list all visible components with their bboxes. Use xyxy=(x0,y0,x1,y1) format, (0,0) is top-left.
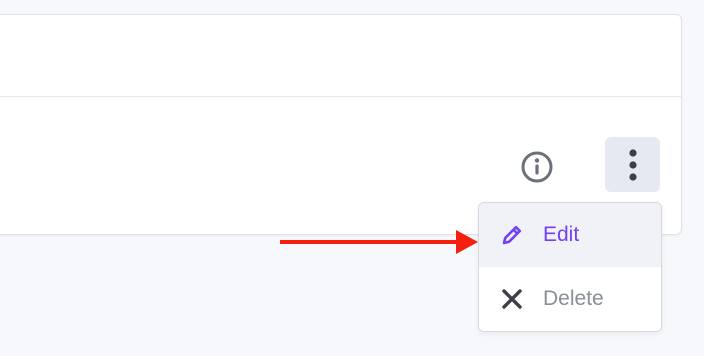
more-options-button[interactable] xyxy=(605,137,660,192)
vertical-ellipsis-icon xyxy=(628,148,637,181)
menu-item-delete-label: Delete xyxy=(543,287,604,310)
info-circle-icon xyxy=(521,151,553,183)
close-x-icon xyxy=(500,287,524,311)
pencil-icon xyxy=(500,223,524,247)
menu-item-edit-label: Edit xyxy=(543,223,580,246)
annotation-arrow xyxy=(280,230,478,254)
card-header xyxy=(0,15,681,97)
info-button[interactable] xyxy=(520,150,554,184)
menu-item-delete[interactable]: Delete xyxy=(479,267,661,331)
options-dropdown-menu: Edit Delete xyxy=(478,202,662,332)
menu-item-edit[interactable]: Edit xyxy=(479,203,661,267)
